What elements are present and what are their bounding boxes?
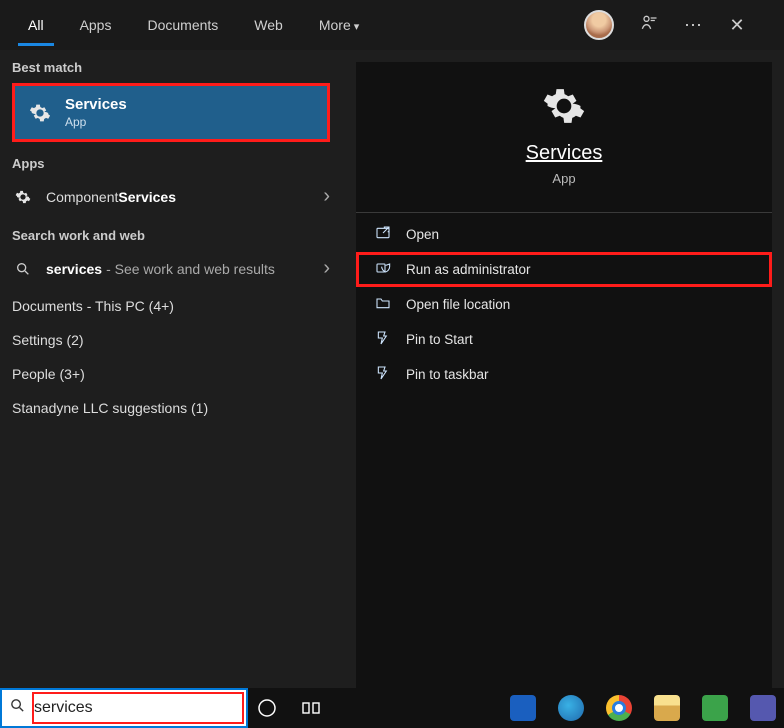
action-pin-start[interactable]: Pin to Start	[356, 322, 772, 357]
tab-all[interactable]: All	[18, 5, 54, 46]
best-match-title: Services	[65, 96, 127, 113]
taskbar-green-app-icon[interactable]	[702, 695, 728, 721]
detail-pane: Services App Open Run as administrator O…	[356, 62, 772, 688]
results-pane: Best match Services App Apps Component S…	[0, 50, 342, 688]
component-services-icon	[14, 188, 32, 206]
apps-label: Apps	[0, 146, 342, 175]
search-box[interactable]	[0, 688, 248, 728]
tab-more[interactable]: More	[309, 5, 369, 46]
open-icon	[374, 225, 392, 244]
taskbar-edge-icon[interactable]	[558, 695, 584, 721]
web-services-dim: - See work and web results	[106, 261, 275, 277]
detail-divider	[356, 212, 772, 213]
action-run-admin[interactable]: Run as administrator	[356, 252, 772, 287]
stanadyne-item[interactable]: Stanadyne LLC suggestions (1)	[0, 392, 342, 424]
pin-start-icon	[374, 330, 392, 349]
best-match-item[interactable]: Services App	[12, 83, 330, 142]
component-services-prefix: Component	[46, 189, 118, 205]
detail-gear-icon	[542, 84, 586, 128]
web-services-item[interactable]: services - See work and web results ›	[0, 249, 342, 288]
web-services-bold: services	[46, 261, 102, 277]
search-glyph-icon	[14, 260, 32, 278]
component-services-bold: Services	[118, 189, 176, 205]
component-services-item[interactable]: Component Services ›	[0, 177, 342, 216]
chevron-right-icon: ›	[323, 185, 330, 208]
taskbar-explorer-icon[interactable]	[654, 695, 680, 721]
services-gear-icon	[29, 102, 51, 124]
detail-title[interactable]: Services	[356, 142, 772, 165]
taskbar-outlook-icon[interactable]	[510, 695, 536, 721]
close-icon[interactable]: ✕	[722, 15, 752, 36]
best-match-label: Best match	[0, 50, 342, 83]
taskbar-chrome-icon[interactable]	[606, 695, 632, 721]
folder-icon	[374, 295, 392, 314]
taskbar-teams-icon[interactable]	[750, 695, 776, 721]
task-view-icon[interactable]	[300, 697, 322, 719]
settings-item[interactable]: Settings (2)	[0, 324, 342, 356]
chevron-right-icon: ›	[323, 257, 330, 280]
action-open-location[interactable]: Open file location	[356, 287, 772, 322]
people-item[interactable]: People (3+)	[0, 358, 342, 390]
feedback-icon[interactable]	[634, 13, 664, 38]
detail-subtitle: App	[356, 171, 772, 186]
work-web-label: Search work and web	[0, 218, 342, 247]
filter-tabs: All Apps Documents Web More ⋯ ✕	[0, 0, 784, 50]
pin-taskbar-icon	[374, 365, 392, 384]
admin-shield-icon	[374, 260, 392, 279]
search-icon	[2, 697, 32, 719]
tab-web[interactable]: Web	[244, 5, 293, 46]
taskbar	[248, 688, 784, 728]
action-open[interactable]: Open	[356, 217, 772, 252]
documents-item[interactable]: Documents - This PC (4+)	[0, 290, 342, 322]
action-pin-taskbar[interactable]: Pin to taskbar	[356, 357, 772, 392]
user-avatar[interactable]	[584, 10, 614, 40]
more-icon[interactable]: ⋯	[678, 15, 708, 36]
search-input[interactable]	[34, 699, 242, 717]
cortana-icon[interactable]	[256, 697, 278, 719]
tab-documents[interactable]: Documents	[137, 5, 228, 46]
tab-apps[interactable]: Apps	[70, 5, 122, 46]
best-match-subtitle: App	[65, 115, 127, 129]
